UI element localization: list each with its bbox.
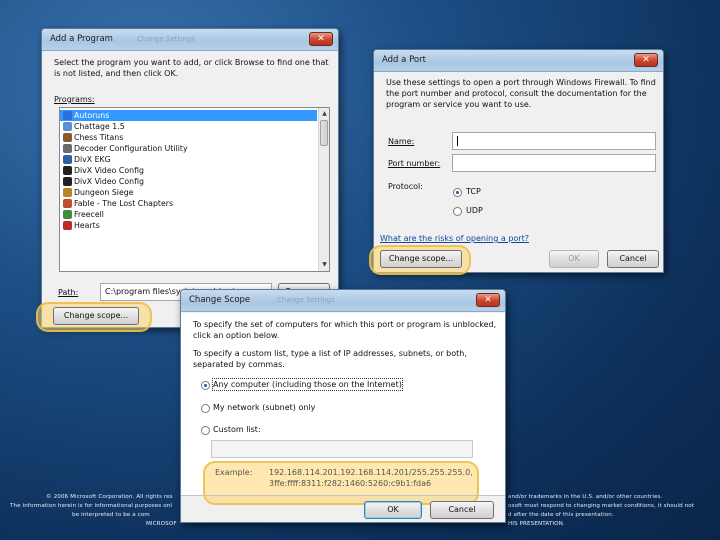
add-program-instructions: Select the program you want to add, or c… (54, 58, 329, 78)
example-label: Example: (215, 468, 253, 477)
name-label: Name: (388, 137, 415, 146)
add-program-close-button[interactable]: ✕ (309, 32, 333, 46)
program-name: Hearts (74, 221, 100, 230)
programs-list[interactable]: Autoruns Chattage 1.5 Chess Titans Decoder … (59, 107, 330, 272)
program-name: DivX EKG (74, 155, 111, 164)
udp-label[interactable]: UDP (466, 205, 483, 216)
program-list-item[interactable]: Fable - The Lost Chapters (60, 198, 317, 209)
change-scope-title: Change Scope (189, 295, 251, 305)
change-scope-close-button[interactable]: ✕ (476, 293, 500, 307)
change-scope-instructions: To specify the set of computers for whic… (193, 320, 497, 340)
custom-list-radio[interactable] (201, 426, 210, 435)
program-icon (63, 188, 72, 197)
program-icon (63, 144, 72, 153)
custom-list-input[interactable] (211, 440, 473, 458)
program-name: Decoder Configuration Utility (74, 144, 188, 153)
change-scope-titlebar[interactable]: Change Scope Change Settings ✕ (181, 290, 505, 312)
my-network-radio[interactable] (201, 404, 210, 413)
program-icon (63, 111, 72, 120)
any-computer-radio[interactable] (201, 381, 210, 390)
program-list-item[interactable]: DivX Video Config (60, 176, 317, 187)
program-list-item[interactable]: Freecell (60, 209, 317, 220)
add-port-title: Add a Port (382, 55, 426, 65)
program-list-item[interactable]: Chess Titans (60, 132, 317, 143)
program-icon (63, 133, 72, 142)
program-name: Autoruns (74, 111, 110, 120)
change-scope-ghost-title: Change Settings (277, 296, 335, 304)
protocol-label: Protocol: (388, 182, 423, 191)
footer-line-4-left: MICROSOF (146, 521, 177, 527)
change-scope-dialog: Change Scope Change Settings ✕ To specif… (180, 289, 506, 523)
custom-list-label[interactable]: Custom list: (213, 424, 261, 435)
program-name: Freecell (74, 210, 104, 219)
add-program-ghost-title: Change Settings (137, 35, 195, 43)
tcp-radio[interactable] (453, 188, 462, 197)
program-icon (63, 166, 72, 175)
footer-line-2-right: osoft must respond to changing market co… (508, 503, 695, 509)
program-list-item[interactable]: Autoruns (60, 110, 317, 121)
change-scope-divider (181, 495, 505, 496)
program-icon (63, 177, 72, 186)
port-name-input[interactable] (452, 132, 656, 150)
add-port-close-button[interactable]: ✕ (634, 53, 658, 67)
footer-line-4-right: HIS PRESENTATION. (508, 521, 565, 527)
path-label: Path: (58, 288, 79, 297)
text-caret (457, 136, 458, 146)
program-icon (63, 122, 72, 131)
add-program-dialog: Add a Program Change Settings ✕ Select t… (36, 28, 339, 332)
udp-radio[interactable] (453, 207, 462, 216)
program-list-item[interactable]: DivX Video Config (60, 165, 317, 176)
footer-line-3-left: be interpreted to be a com (72, 512, 150, 518)
program-name: DivX Video Config (74, 166, 144, 175)
add-program-titlebar[interactable]: Add a Program Change Settings ✕ (42, 29, 338, 51)
add-port-titlebar[interactable]: Add a Port ✕ (374, 50, 663, 72)
program-icon (63, 155, 72, 164)
footer-line-3-right: d after the date of this presentation. (508, 512, 614, 518)
program-name: Dungeon Siege (74, 188, 134, 197)
program-icon (63, 210, 72, 219)
program-icon (63, 221, 72, 230)
add-program-change-scope-button[interactable]: Change scope... (53, 307, 139, 325)
example-line-1: 192.168.114.201,192.168.114.201/255.255.… (269, 468, 473, 477)
port-ok-button[interactable]: OK (549, 250, 599, 268)
port-number-label: Port number: (388, 159, 441, 168)
program-icon (63, 199, 72, 208)
program-list-item[interactable]: Dungeon Siege (60, 187, 317, 198)
port-cancel-button[interactable]: Cancel (607, 250, 659, 268)
scroll-up-icon[interactable]: ▲ (320, 109, 329, 119)
any-computer-label[interactable]: Any computer (including those on the Int… (212, 378, 403, 391)
program-name: Chattage 1.5 (74, 122, 125, 131)
programs-scrollbar[interactable]: ▲ ▼ (318, 108, 329, 271)
port-number-input[interactable] (452, 154, 656, 172)
footer-line-1-left: © 2006 Microsoft Corporation. All rights… (46, 494, 173, 500)
scope-cancel-button[interactable]: Cancel (430, 501, 494, 519)
port-change-scope-button[interactable]: Change scope... (380, 250, 462, 268)
footer-line-2-left: The information herein is for informatio… (10, 503, 173, 509)
add-port-dialog: Add a Port ✕ Use these settings to open … (369, 49, 664, 275)
tcp-label[interactable]: TCP (466, 186, 481, 197)
program-name: DivX Video Config (74, 177, 144, 186)
program-list-item[interactable]: Hearts (60, 220, 317, 231)
program-list-item[interactable]: DivX EKG (60, 154, 317, 165)
add-program-title: Add a Program (50, 34, 113, 44)
programs-list-rows: Autoruns Chattage 1.5 Chess Titans Decoder … (60, 110, 317, 231)
custom-list-hint: To specify a custom list, type a list of… (193, 349, 467, 369)
program-name: Fable - The Lost Chapters (74, 199, 174, 208)
program-list-item[interactable]: Decoder Configuration Utility (60, 143, 317, 154)
scope-ok-button[interactable]: OK (364, 501, 422, 519)
programs-label: Programs: (54, 95, 95, 104)
my-network-label[interactable]: My network (subnet) only (213, 402, 315, 413)
add-port-instructions: Use these settings to open a port throug… (386, 78, 656, 109)
footer-line-1-right: and/or trademarks in the U.S. and/or oth… (508, 494, 663, 500)
program-name: Chess Titans (74, 133, 124, 142)
scroll-down-icon[interactable]: ▼ (320, 260, 329, 270)
port-risks-link[interactable]: What are the risks of opening a port? (380, 234, 529, 243)
scroll-thumb[interactable] (320, 120, 328, 146)
program-list-item[interactable]: Chattage 1.5 (60, 121, 317, 132)
example-line-2: 3ffe:ffff:8311:f282:1460:5260:c9b1:fda6 (269, 479, 432, 488)
